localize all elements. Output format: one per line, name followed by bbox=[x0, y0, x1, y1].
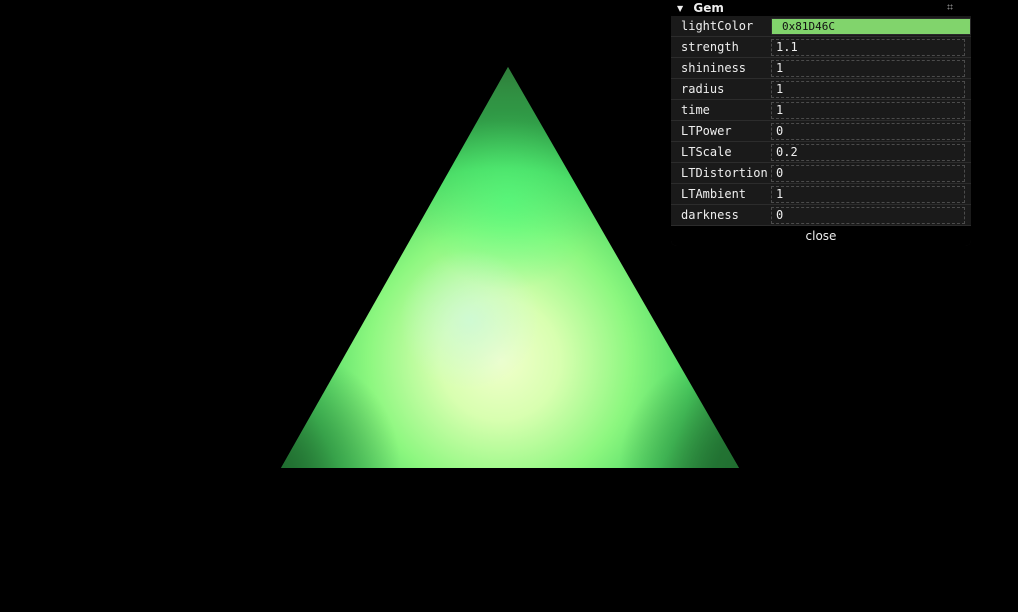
control-row-time: time 1 bbox=[671, 100, 971, 121]
folder-title-gem[interactable]: ▼ Gem bbox=[671, 0, 971, 16]
control-row-ltscale: LTScale 0.2 bbox=[671, 142, 971, 163]
close-controls-button[interactable]: close bbox=[671, 226, 971, 246]
control-label: time bbox=[681, 103, 710, 117]
number-input-ltscale[interactable]: 0.2 bbox=[771, 144, 965, 161]
number-input-ltpower[interactable]: 0 bbox=[771, 123, 965, 140]
number-input-strength[interactable]: 1.1 bbox=[771, 39, 965, 56]
control-row-darkness: darkness 0 bbox=[671, 205, 971, 226]
control-label: darkness bbox=[681, 208, 739, 222]
control-row-ltpower: LTPower 0 bbox=[671, 121, 971, 142]
number-input-ltambient[interactable]: 1 bbox=[771, 186, 965, 203]
color-picker-lightcolor[interactable]: 0x81D46C bbox=[771, 18, 971, 35]
control-row-ltdistortion: LTDistortion 0 bbox=[671, 163, 971, 184]
number-input-shininess[interactable]: 1 bbox=[771, 60, 965, 77]
number-input-darkness[interactable]: 0 bbox=[771, 207, 965, 224]
gui-panel[interactable]: ▼ Gem lightColor 0x81D46C strength 1.1 s… bbox=[671, 0, 971, 246]
number-input-radius[interactable]: 1 bbox=[771, 81, 965, 98]
number-input-ltdistortion[interactable]: 0 bbox=[771, 165, 965, 182]
control-row-radius: radius 1 bbox=[671, 79, 971, 100]
number-input-time[interactable]: 1 bbox=[771, 102, 965, 119]
control-row-ltambient: LTAmbient 1 bbox=[671, 184, 971, 205]
control-label: radius bbox=[681, 82, 725, 96]
control-row-shininess: shininess 1 bbox=[671, 58, 971, 79]
control-label: shininess bbox=[681, 61, 747, 75]
control-label: lightColor bbox=[681, 19, 754, 33]
caret-down-icon: ▼ bbox=[677, 4, 684, 13]
control-row-lightcolor: lightColor 0x81D46C bbox=[671, 16, 971, 37]
control-label: LTAmbient bbox=[681, 187, 747, 201]
control-row-strength: strength 1.1 bbox=[671, 37, 971, 58]
folder-title-label: Gem bbox=[693, 1, 724, 15]
control-label: LTScale bbox=[681, 145, 732, 159]
control-label: LTDistortion bbox=[681, 166, 768, 180]
drag-handle-icon[interactable] bbox=[947, 4, 953, 10]
control-label: strength bbox=[681, 40, 739, 54]
control-label: LTPower bbox=[681, 124, 732, 138]
